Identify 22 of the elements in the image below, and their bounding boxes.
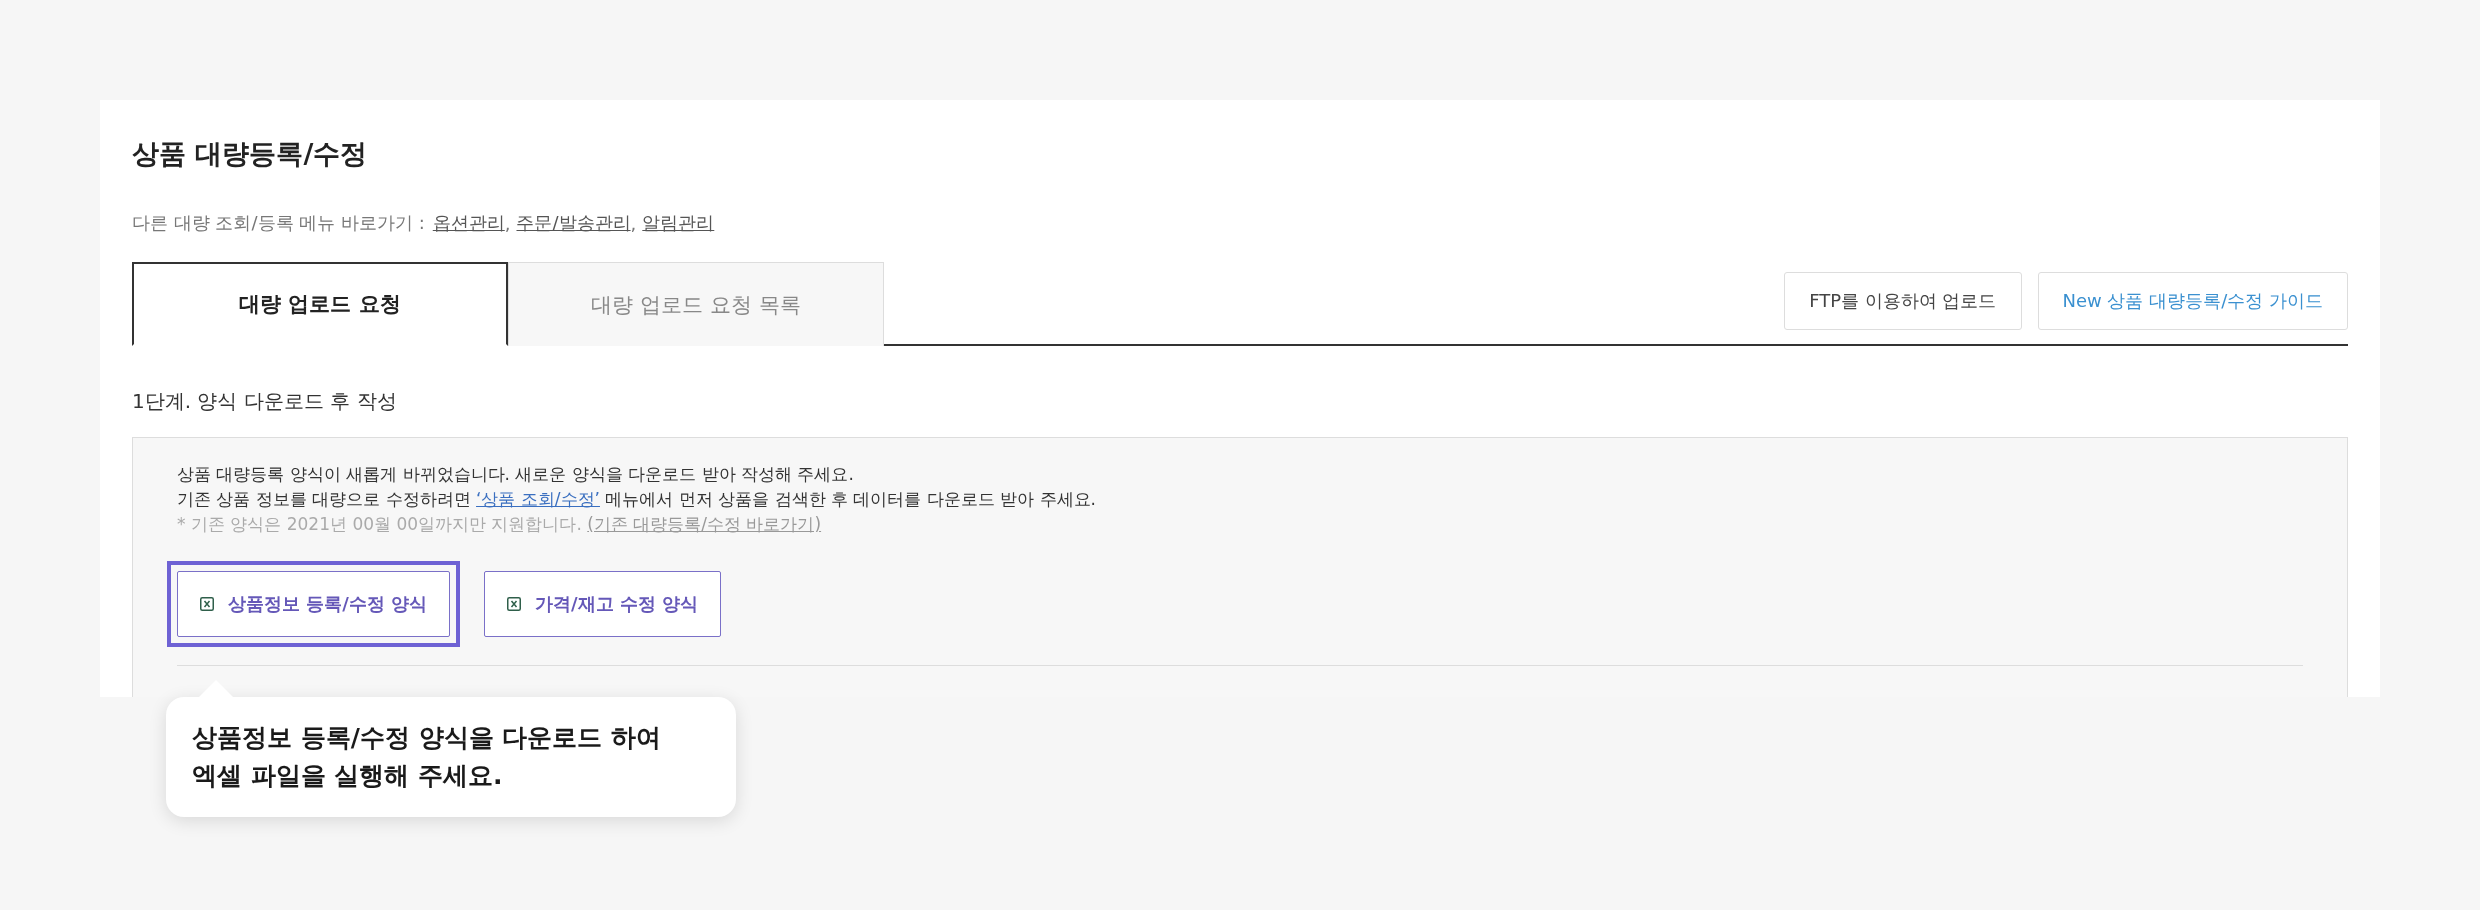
excel-file-icon bbox=[507, 597, 522, 611]
notice-text: 상품 대량등록 양식이 새롭게 바뀌었습니다. 새로운 양식을 다운로드 받아 작성해 주세요. bbox=[177, 463, 855, 486]
guide-button[interactable]: New 상품 대량등록/수정 가이드 bbox=[2037, 272, 2348, 330]
excel-file-icon bbox=[200, 597, 214, 611]
template-download-button[interactable]: 가격/재고 수정 양식 bbox=[484, 571, 722, 637]
template-download-button[interactable]: 상품정보 등록/수정 양식 bbox=[177, 571, 451, 637]
product-search-link[interactable]: ‘상품 조회/수정’ bbox=[476, 489, 600, 509]
tooltip-text: 엑셀 파일을 실행해 주세요. bbox=[192, 760, 504, 792]
shortcut-link[interactable]: 주문/발송관리 bbox=[516, 211, 631, 235]
tab[interactable]: 대량 업로드 요청 bbox=[132, 262, 508, 346]
step-heading: 1단계. 양식 다운로드 후 작성 bbox=[132, 388, 398, 415]
notice-footnote: * 기존 양식은 2021년 00월 00일까지만 지원합니다. (기존 대량등록/수정 바로가기) bbox=[177, 513, 823, 536]
shortcut-label: 다른 대량 조회/등록 메뉴 바로가기 : bbox=[132, 211, 425, 235]
comma-separator: , bbox=[630, 212, 637, 234]
ftp-upload-button[interactable]: FTP를 이용하여 업로드 bbox=[1784, 272, 2022, 330]
shortcut-link[interactable]: 알림관리 bbox=[642, 211, 715, 235]
shortcut-link[interactable]: 옵션관리 bbox=[432, 211, 505, 235]
comma-separator: , bbox=[504, 212, 511, 234]
tab[interactable]: 대량 업로드 요청 목록 bbox=[508, 262, 884, 346]
notice-text: 기존 상품 정보를 대량으로 수정하려면 ‘상품 조회/수정’ 메뉴에서 먼저 상품을 검색한 후 데이터를 다운로드 받아 주세요. bbox=[177, 488, 1098, 511]
tooltip-text: 상품정보 등록/수정 양식을 다운로드 하여 bbox=[192, 722, 662, 754]
page-title: 상품 대량등록/수정 bbox=[132, 137, 369, 171]
